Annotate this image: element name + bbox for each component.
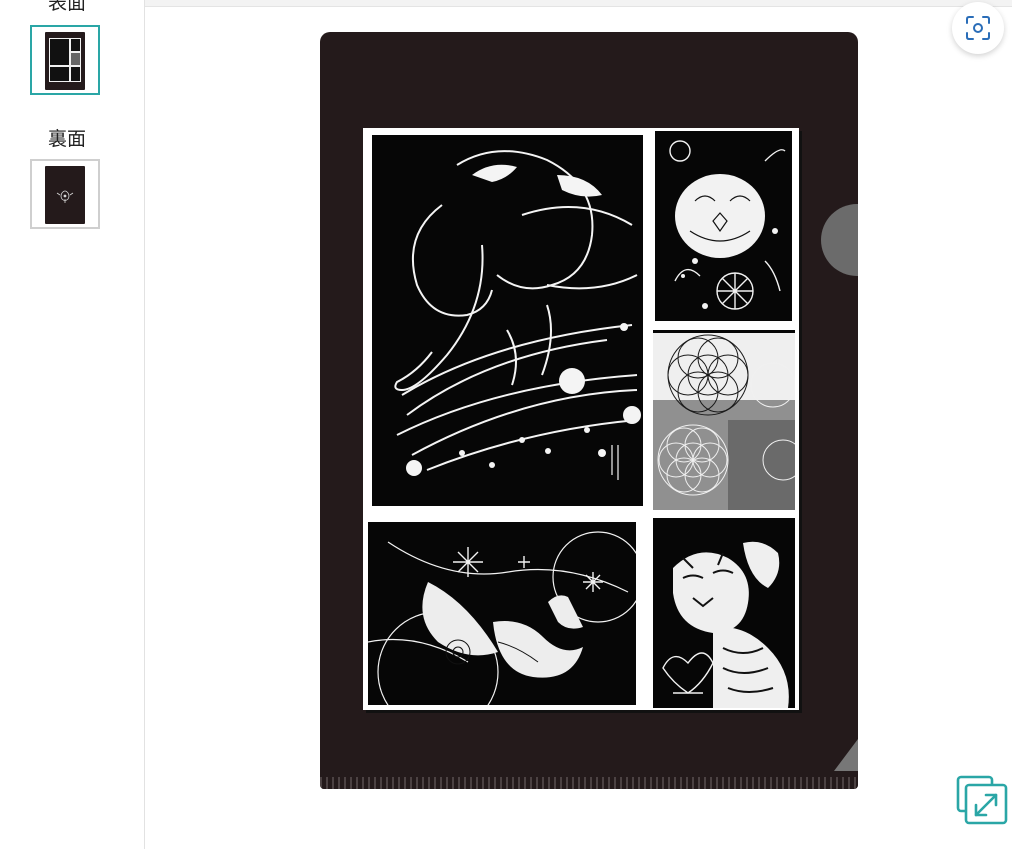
tiger-artwork <box>653 518 795 708</box>
back-thumbnail-image <box>45 166 85 224</box>
clear-folder-preview <box>320 32 858 789</box>
scan-button[interactable] <box>952 2 1004 54</box>
front-thumbnail[interactable] <box>30 25 100 95</box>
folder-corner <box>834 739 858 771</box>
owl-artwork <box>655 131 792 321</box>
folder-thumb-notch <box>821 204 858 276</box>
back-label: 裏面 <box>47 128 86 150</box>
top-border <box>0 0 1012 7</box>
front-label: 表面 <box>47 0 86 14</box>
back-thumbnail[interactable] <box>30 159 100 229</box>
elephant-artwork <box>372 135 643 506</box>
view-sidebar: 表面 裏面 <box>0 0 145 849</box>
preview-area <box>145 2 1012 849</box>
front-thumbnail-image <box>45 32 85 90</box>
folder-edge <box>320 777 858 789</box>
bird-girl-artwork <box>368 522 636 705</box>
scan-icon <box>966 16 990 40</box>
expand-icon <box>956 775 1008 825</box>
geometric-artwork <box>653 330 795 510</box>
artwork-print <box>363 128 799 710</box>
expand-button[interactable] <box>956 775 1008 825</box>
